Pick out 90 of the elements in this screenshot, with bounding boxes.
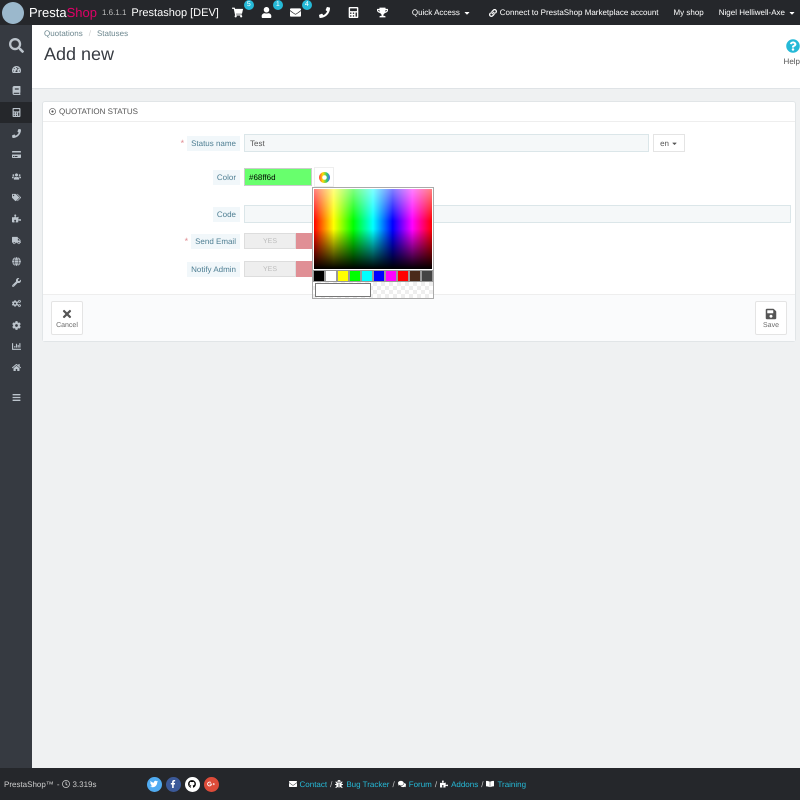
close-icon: [61, 308, 73, 320]
field-label: Status name: [187, 136, 240, 150]
panel-heading: QUOTATION STATUS: [59, 107, 138, 116]
logo-icon[interactable]: [2, 2, 24, 24]
color-field[interactable]: #68ff6d: [244, 168, 312, 186]
required-asterisk: *: [180, 138, 184, 148]
tags-icon: [12, 192, 20, 202]
color-swatch[interactable]: [361, 270, 373, 282]
globe-icon: [12, 256, 20, 266]
dashboard-icon: [12, 65, 20, 74]
version-label: 1.6.1.1: [102, 8, 126, 17]
color-swatch[interactable]: [385, 270, 397, 282]
home-icon: [12, 363, 20, 372]
shop-name[interactable]: Prestashop [DEV]: [131, 6, 219, 18]
footer-link[interactable]: Addons: [451, 780, 478, 788]
truck-icon: [12, 236, 20, 245]
link-separator: /: [392, 780, 395, 788]
save-icon: [765, 308, 777, 320]
color-picker-button[interactable]: [314, 167, 334, 187]
my-shop-link[interactable]: My shop: [674, 8, 704, 17]
field-label: Code: [212, 206, 240, 222]
sidebar-item[interactable]: [0, 102, 32, 123]
color-gradient[interactable]: [314, 189, 432, 269]
link-separator: /: [330, 780, 332, 788]
puzzle-icon: [440, 780, 448, 788]
color-swatch[interactable]: [325, 270, 337, 282]
user-icon[interactable]: [260, 7, 272, 18]
footer-link[interactable]: Forum: [408, 780, 432, 788]
status-icon: [49, 108, 56, 115]
user-menu[interactable]: Nigel Helliwell-Axe: [718, 8, 796, 17]
phone-icon[interactable]: [318, 7, 330, 18]
field-label: Send Email: [191, 234, 240, 248]
color-wheel-icon: [318, 172, 330, 182]
calculator-icon[interactable]: [348, 7, 359, 18]
phone-icon: [12, 129, 20, 138]
help-label[interactable]: Help: [784, 57, 800, 66]
brand-name: Shop: [66, 5, 97, 20]
search-icon: [8, 38, 24, 52]
brand-name: Presta: [29, 5, 67, 20]
marketplace-link[interactable]: Connect to PrestaShop Marketplace account: [488, 8, 659, 17]
bug-icon: [335, 780, 344, 788]
clock-icon: [62, 780, 70, 788]
book-icon: [486, 780, 494, 788]
calculator-icon: [12, 108, 20, 117]
cogs-icon: [12, 299, 20, 308]
breadcrumb-separator: /: [88, 29, 91, 38]
github-icon[interactable]: [184, 776, 200, 792]
color-swatch[interactable]: [373, 270, 385, 282]
color-swatch[interactable]: [421, 270, 433, 282]
facebook-icon[interactable]: [166, 776, 181, 792]
load-time: 3.319s: [72, 780, 97, 788]
book-icon: [12, 86, 20, 96]
color-swatch[interactable]: [313, 270, 325, 282]
cart-icon[interactable]: [232, 7, 243, 18]
field-label: Notify Admin: [187, 262, 240, 276]
link-separator: /: [481, 780, 484, 788]
users-icon: [12, 172, 20, 181]
puzzle-icon: [12, 214, 20, 224]
color-swatch[interactable]: [397, 270, 409, 282]
footer-link[interactable]: Bug Tracker: [346, 780, 390, 788]
color-swatch[interactable]: [349, 270, 361, 282]
field-label: Color: [212, 170, 240, 184]
trophy-icon[interactable]: [376, 7, 388, 18]
envelope-icon: [288, 780, 297, 788]
credit-card-icon: [12, 150, 20, 160]
language-dropdown[interactable]: en: [653, 134, 685, 152]
breadcrumb-link[interactable]: Quotations: [44, 29, 83, 38]
link-separator: /: [434, 780, 438, 788]
twitter-icon[interactable]: [146, 776, 162, 792]
separator: -: [56, 780, 60, 788]
page-title: Add new: [44, 44, 116, 65]
footer-link[interactable]: Contact: [300, 780, 328, 788]
status-name-field[interactable]: Test: [244, 134, 650, 152]
quick-access-menu[interactable]: Quick Access: [412, 8, 471, 17]
color-swatch[interactable]: [337, 270, 349, 282]
wrench-icon: [12, 278, 20, 288]
breadcrumb-link[interactable]: Statuses: [96, 29, 128, 38]
menu-icon: [12, 392, 20, 402]
link-icon: [488, 8, 497, 16]
comments-icon: [398, 780, 406, 788]
color-input[interactable]: [315, 283, 371, 297]
envelope-icon[interactable]: [290, 7, 301, 18]
settings-icon: [12, 320, 20, 330]
caret-icon: [671, 140, 678, 146]
footer-brand: PrestaShop™: [4, 780, 54, 788]
footer-link[interactable]: Training: [497, 780, 526, 788]
color-swatch[interactable]: [409, 270, 421, 282]
google-icon[interactable]: [204, 776, 219, 792]
required-asterisk: *: [184, 236, 188, 246]
bar-chart-icon: [12, 342, 20, 351]
